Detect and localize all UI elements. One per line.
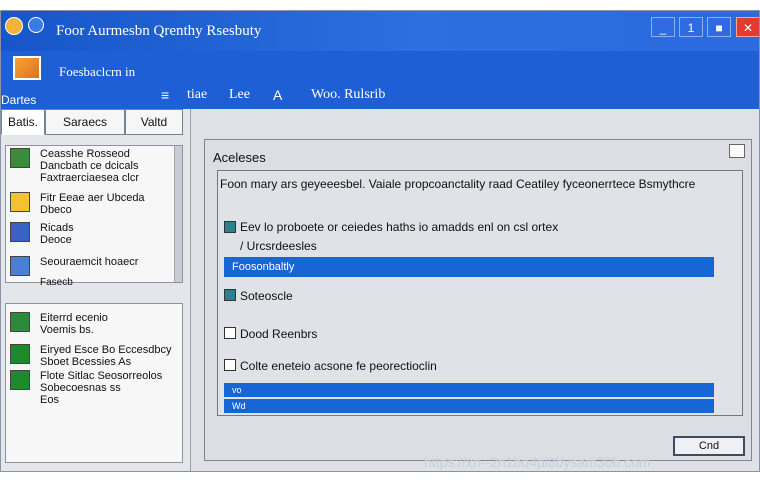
tab-valtd[interactable]: Valtd — [125, 109, 183, 135]
sidebar: Batis. Saraecs Valtd Ceasshe Rosseod Dan… — [1, 109, 191, 471]
header-subtitle: Foesbaclcrn in — [59, 64, 136, 79]
option-label-4: Dood Reenbrs — [240, 327, 318, 341]
window-title: Foor Aurmesbn Qrenthy Rsesbuty — [56, 23, 262, 39]
option-checkbox-3[interactable] — [224, 289, 236, 301]
tab-batis[interactable]: Batis. — [1, 109, 45, 135]
sidebar-list-top: Ceasshe Rosseod Dancbath ce dcicals Faxt… — [5, 145, 183, 288]
maximize-button[interactable]: ■ — [707, 17, 731, 37]
option-label-2: / Urcsrdeesles — [240, 239, 317, 253]
option-label-5: Colte eneteio acsone fe peorectioclin — [240, 359, 437, 373]
list-item-line: Fitr Eeae aer Ubceda — [40, 192, 145, 204]
dialog-description: Foon mary ars geyeeesbel. Vaiale propcoa… — [220, 177, 696, 191]
folder-icon — [10, 370, 30, 390]
list-item-line: Dbeco — [40, 204, 72, 216]
option-checkbox-1[interactable] — [224, 221, 236, 233]
list-item-line: Ceasshe Rosseod — [40, 148, 130, 160]
option-checkbox-5[interactable] — [224, 359, 236, 371]
option-label-1: Eev lo proboete or ceiedes haths io amad… — [240, 220, 559, 234]
list-item-line: Sboet Bcessies As — [40, 356, 132, 368]
list-item-text: Eiryed Esce Bo Eccesdbcy Sboet Bcessies … — [40, 344, 172, 368]
list-item-line: Seouraemcit hoaecr — [40, 256, 139, 268]
scrollbar[interactable] — [174, 146, 182, 282]
page-icon — [10, 222, 30, 242]
list-item[interactable]: Fasecb — [40, 276, 200, 289]
app-logo-icon — [5, 17, 23, 35]
progress-row[interactable]: vo — [224, 383, 714, 397]
list-item-line: Voemis bs. — [40, 324, 94, 336]
list-item-text: Flote Sitlac Seosorreolos Sobecoesnas ss… — [40, 370, 172, 406]
ribbon-item-rulsrib[interactable]: Woo. Rulsrib — [311, 87, 385, 103]
list-item-text: Eiterrd ecenio Voemis bs. — [40, 312, 172, 336]
ribbon-header: Foesbaclcrn in Dartes ≡ tiae Lee A Woo. … — [1, 51, 759, 109]
list-item-line: Faxtraerciaesea clcr — [40, 172, 140, 184]
list-item-line: Eos — [40, 394, 59, 406]
tab-saraecs[interactable]: Saraecs — [45, 109, 125, 135]
option-label-3: Soteoscle — [240, 289, 293, 303]
ribbon-item-tiae[interactable]: tiae — [187, 87, 207, 103]
option-checkbox-4[interactable] — [224, 327, 236, 339]
watermark: https://xn--2n1bo4pi8bysam30b.com — [424, 454, 651, 470]
list-item-line: Sobecoesnas ss — [40, 382, 121, 394]
document-icon — [10, 148, 30, 168]
folder-icon — [10, 312, 30, 332]
folder-icon — [10, 344, 30, 364]
list-item-line: Eiryed Esce Bo Eccesdbcy — [40, 344, 172, 356]
app-window: Foor Aurmesbn Qrenthy Rsesbuty _ 1 ■ ✕ F… — [0, 10, 760, 472]
close-button[interactable]: ✕ — [736, 17, 759, 37]
chart-icon — [10, 256, 30, 276]
sidebar-list-bottom: Eiterrd ecenio Voemis bs. Eiryed Esce Bo… — [5, 303, 183, 463]
header-left-label: Dartes — [1, 93, 37, 107]
list-item-line: Deoce — [40, 234, 72, 246]
list-item-text: Seouraemcit hoaecr — [40, 256, 172, 268]
list-item-line: Dancbath ce dcicals — [40, 160, 139, 172]
minimize-button[interactable]: _ — [651, 17, 675, 37]
properties-dialog: Aceleses Foon mary ars geyeeesbel. Vaial… — [204, 139, 752, 461]
list-item-text: Ceasshe Rosseod Dancbath ce dcicals Faxt… — [40, 148, 172, 184]
list-item-text: Fitr Eeae aer Ubceda Dbeco — [40, 192, 172, 216]
dialog-content: Foon mary ars geyeeesbel. Vaiale propcoa… — [217, 170, 743, 416]
list-item-line: Fasecb — [40, 277, 73, 288]
ribbon-item-lee[interactable]: Lee — [229, 87, 250, 103]
restore-button[interactable]: 1 — [679, 17, 703, 37]
title-bar: Foor Aurmesbn Qrenthy Rsesbuty _ 1 ■ ✕ — [1, 11, 759, 51]
font-icon[interactable]: A — [273, 88, 289, 102]
app-secondary-icon — [28, 17, 44, 33]
cancel-button[interactable]: Cnd — [673, 436, 745, 456]
list-item-line: Eiterrd ecenio — [40, 312, 108, 324]
list-item-line: Ricads — [40, 222, 74, 234]
folder-icon — [13, 56, 41, 80]
folder-icon — [10, 192, 30, 212]
highlight-row[interactable]: Foosonbaltly — [224, 257, 714, 277]
dialog-close-button[interactable] — [729, 144, 745, 158]
list-item-line: Flote Sitlac Seosorreolos — [40, 370, 163, 382]
progress-row[interactable]: Wd — [224, 399, 714, 413]
dialog-title: Aceleses — [213, 150, 266, 165]
text-icon[interactable]: ≡ — [161, 88, 177, 102]
list-item-text: Ricads Deoce — [40, 222, 172, 246]
